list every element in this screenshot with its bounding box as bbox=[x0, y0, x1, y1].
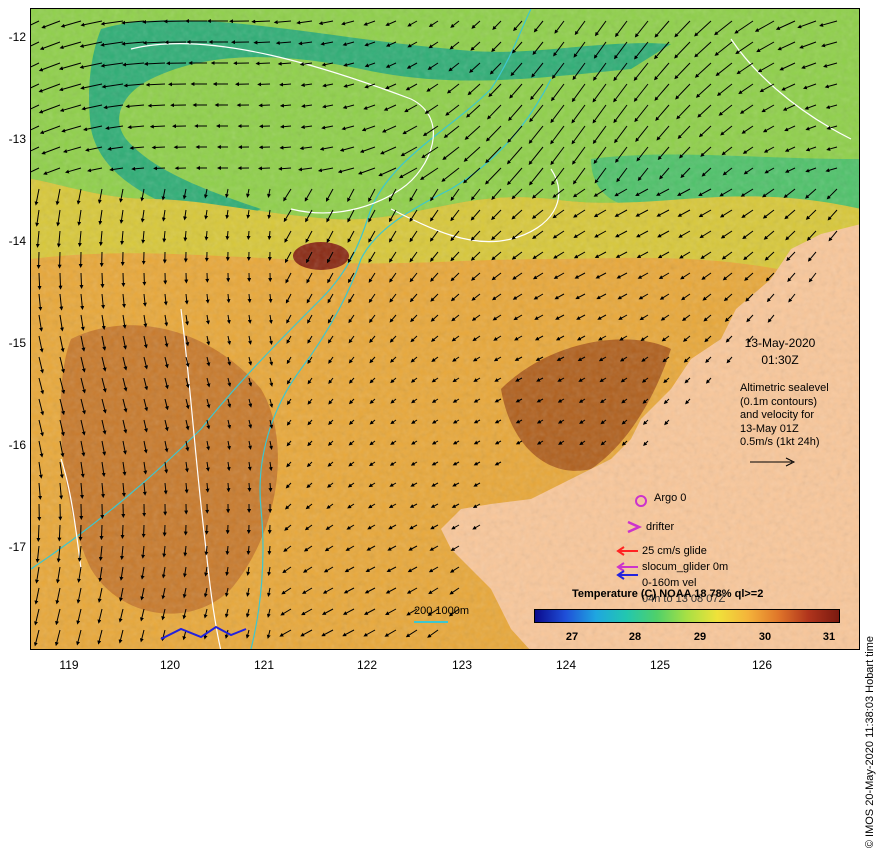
velocity-vector bbox=[59, 525, 60, 539]
velocity-vector bbox=[153, 126, 165, 127]
isobath-legend-line bbox=[414, 621, 448, 623]
y-tick: -14 bbox=[2, 234, 26, 248]
y-tick: -17 bbox=[2, 540, 26, 554]
velocity-vector bbox=[269, 231, 270, 237]
x-tick: 124 bbox=[546, 658, 586, 672]
credit-text: © IMOS 20-May-2020 11:38:03 Hobart time bbox=[864, 636, 876, 848]
colorbar-title: Temperature (C) NOAA 18 78% ql>=2 bbox=[572, 588, 763, 600]
velocity-vector bbox=[258, 63, 270, 64]
velocity-vector bbox=[60, 273, 61, 287]
velocity-vector bbox=[38, 525, 39, 539]
legend-slocum: slocum_glider 0m bbox=[642, 561, 728, 573]
x-tick: 123 bbox=[442, 658, 482, 672]
velocity-vector bbox=[248, 546, 249, 552]
timestamp-date: 13-May-2020 bbox=[725, 335, 835, 352]
velocity-vector bbox=[207, 294, 208, 301]
legend-argo: Argo 0 bbox=[654, 492, 686, 504]
x-tick: 125 bbox=[640, 658, 680, 672]
x-tick: 121 bbox=[244, 658, 284, 672]
velocity-vector bbox=[282, 147, 291, 148]
colorbar-label: 31 bbox=[814, 631, 844, 643]
velocity-vector bbox=[249, 231, 250, 237]
altimetric-line: (0.1m contours) bbox=[740, 396, 829, 410]
velocity-vector bbox=[81, 525, 82, 538]
velocity-vector bbox=[256, 42, 270, 43]
timestamp-time: 01:30Z bbox=[725, 352, 835, 369]
velocity-vector bbox=[227, 231, 228, 237]
velocity-vector bbox=[81, 273, 82, 286]
colorbar-label: 28 bbox=[620, 631, 650, 643]
velocity-vector bbox=[206, 231, 207, 238]
altimetric-line: Altimetric sealevel bbox=[740, 382, 829, 396]
velocity-vector bbox=[249, 483, 250, 489]
drifter-marker-icon bbox=[626, 520, 642, 534]
x-tick: 120 bbox=[150, 658, 190, 672]
isobath-legend: 200 1000m bbox=[414, 605, 469, 617]
velocity-vector bbox=[227, 546, 228, 552]
velocity-vector bbox=[228, 483, 229, 489]
x-tick: 122 bbox=[347, 658, 387, 672]
y-tick: -15 bbox=[2, 336, 26, 350]
altimetric-note: Altimetric sealevel (0.1m contours) and … bbox=[740, 382, 829, 450]
velocity-vector bbox=[123, 525, 124, 536]
velocity-vector bbox=[102, 273, 103, 285]
x-tick: 126 bbox=[742, 658, 782, 672]
velocity-vector bbox=[206, 546, 207, 553]
velocity-vector bbox=[228, 294, 229, 300]
colorbar-label: 27 bbox=[557, 631, 587, 643]
map-timestamp: 13-May-2020 01:30Z bbox=[725, 335, 835, 369]
velocity-vector bbox=[283, 105, 291, 106]
velocity-vector bbox=[254, 21, 270, 22]
sst-map bbox=[31, 9, 860, 650]
argo-marker-icon bbox=[634, 494, 648, 508]
colorbar-label: 29 bbox=[685, 631, 715, 643]
x-tick: 119 bbox=[49, 658, 89, 672]
velocity-vector bbox=[270, 294, 271, 300]
legend-drifter: drifter bbox=[646, 521, 674, 533]
velocity-vector bbox=[155, 147, 165, 148]
vel-arrow-icon bbox=[616, 568, 640, 582]
y-tick: -12 bbox=[2, 30, 26, 44]
velocity-vector bbox=[269, 546, 270, 552]
altimetric-line: 0.5m/s (1kt 24h) bbox=[740, 436, 829, 450]
altimetric-line: and velocity for bbox=[740, 409, 829, 423]
velocity-vector bbox=[282, 84, 291, 85]
velocity-vector bbox=[283, 126, 291, 127]
legend-glide: 25 cm/s glide bbox=[642, 545, 707, 557]
velocity-vector bbox=[249, 294, 250, 300]
glide-arrow-icon bbox=[616, 546, 640, 556]
colorbar-label: 30 bbox=[750, 631, 780, 643]
y-tick: -13 bbox=[2, 132, 26, 146]
velocity-vector bbox=[151, 105, 165, 106]
y-tick: -16 bbox=[2, 438, 26, 452]
velocity-vector bbox=[185, 231, 186, 239]
velocity-vector bbox=[186, 483, 187, 491]
temperature-colorbar bbox=[534, 609, 840, 623]
map-panel bbox=[30, 8, 860, 650]
velocity-vector bbox=[207, 483, 208, 490]
velocity-vector bbox=[102, 525, 103, 537]
velocity-scale-arrow bbox=[748, 456, 798, 468]
altimetric-line: 13-May 01Z bbox=[740, 423, 829, 437]
velocity-vector bbox=[39, 273, 40, 287]
velocity-vector bbox=[270, 483, 271, 489]
